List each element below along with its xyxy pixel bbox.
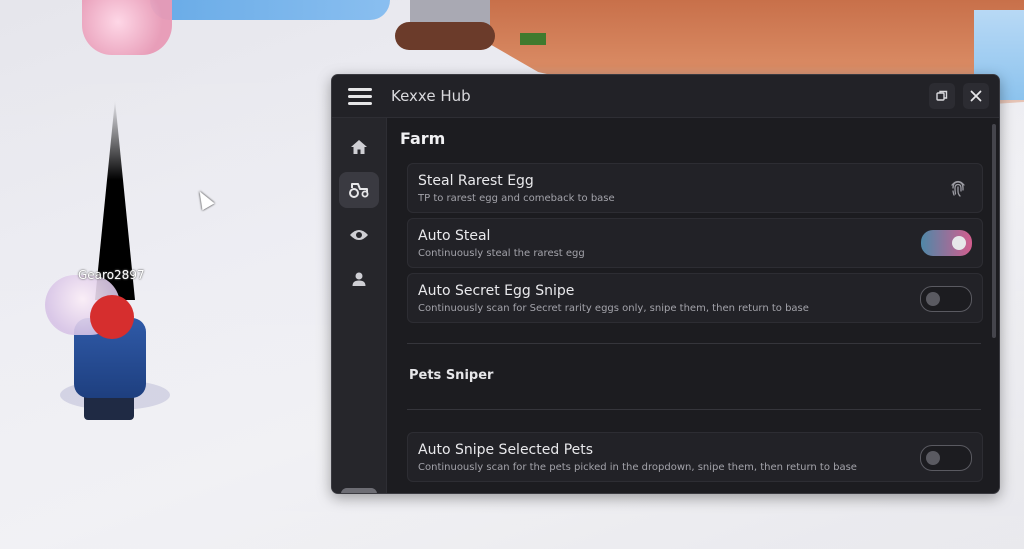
sidebar-item-player[interactable] xyxy=(339,261,379,297)
user-icon xyxy=(352,272,366,286)
toggle-knob xyxy=(952,236,966,250)
option-description: Continuously steal the rarest egg xyxy=(418,248,585,259)
dirt-mound xyxy=(395,22,495,50)
player-name-tag: Gearo2897 xyxy=(78,268,145,282)
option-title: Steal Rarest Egg xyxy=(418,173,534,189)
auto-steal-toggle[interactable] xyxy=(921,230,972,256)
close-button[interactable] xyxy=(963,83,989,109)
window-title: Kexxe Hub xyxy=(391,87,471,105)
restore-icon xyxy=(936,90,948,101)
option-description: Continuously scan for Secret rarity eggs… xyxy=(418,303,809,314)
option-steal-rarest-egg[interactable]: Steal Rarest Egg TP to rarest egg and co… xyxy=(407,163,983,213)
sidebar-item-farm[interactable] xyxy=(339,172,379,208)
option-auto-secret-egg-snipe[interactable]: Auto Secret Egg Snipe Continuously scan … xyxy=(407,273,983,323)
title-bar[interactable]: Kexxe Hub xyxy=(332,75,999,118)
section-title-farm: Farm xyxy=(400,129,446,148)
option-auto-steal[interactable]: Auto Steal Continuously steal the rarest… xyxy=(407,218,983,268)
option-title: Auto Steal xyxy=(418,228,491,244)
avatar[interactable] xyxy=(341,488,377,493)
option-title: Auto Secret Egg Snipe xyxy=(418,283,575,299)
scrollbar[interactable] xyxy=(992,124,996,338)
sidebar-item-home[interactable] xyxy=(339,129,379,165)
tractor-icon xyxy=(349,183,369,198)
restore-button[interactable] xyxy=(929,83,955,109)
hub-window: Kexxe Hub Farm Steal Rarest Egg TP to ra… xyxy=(331,74,1000,494)
option-description: TP to rarest egg and comeback to base xyxy=(418,193,615,204)
toggle-knob xyxy=(926,451,940,465)
player-head xyxy=(90,295,134,339)
section-title-pets-sniper: Pets Sniper xyxy=(409,368,494,383)
option-description: Continuously scan for the pets picked in… xyxy=(418,462,857,473)
water-strip xyxy=(150,0,390,20)
auto-snipe-selected-pets-toggle[interactable] xyxy=(920,445,972,471)
home-icon xyxy=(351,140,367,154)
green-sign xyxy=(520,33,546,45)
hamburger-menu-icon[interactable] xyxy=(348,88,372,105)
main-content: Farm Steal Rarest Egg TP to rarest egg a… xyxy=(387,118,999,493)
close-icon xyxy=(970,90,982,102)
auto-secret-egg-snipe-toggle[interactable] xyxy=(920,286,972,312)
toggle-knob xyxy=(926,292,940,306)
option-auto-snipe-selected-pets[interactable]: Auto Snipe Selected Pets Continuously sc… xyxy=(407,432,983,482)
fingerprint-icon[interactable] xyxy=(948,178,968,198)
sidebar-item-visuals[interactable] xyxy=(339,217,379,253)
eye-icon xyxy=(350,230,368,240)
divider xyxy=(407,409,981,410)
divider xyxy=(407,343,981,344)
sidebar xyxy=(332,118,387,493)
option-title: Auto Snipe Selected Pets xyxy=(418,442,594,458)
avatar-image xyxy=(341,488,377,493)
mouse-cursor-icon xyxy=(193,187,215,211)
pink-pet xyxy=(82,0,172,55)
